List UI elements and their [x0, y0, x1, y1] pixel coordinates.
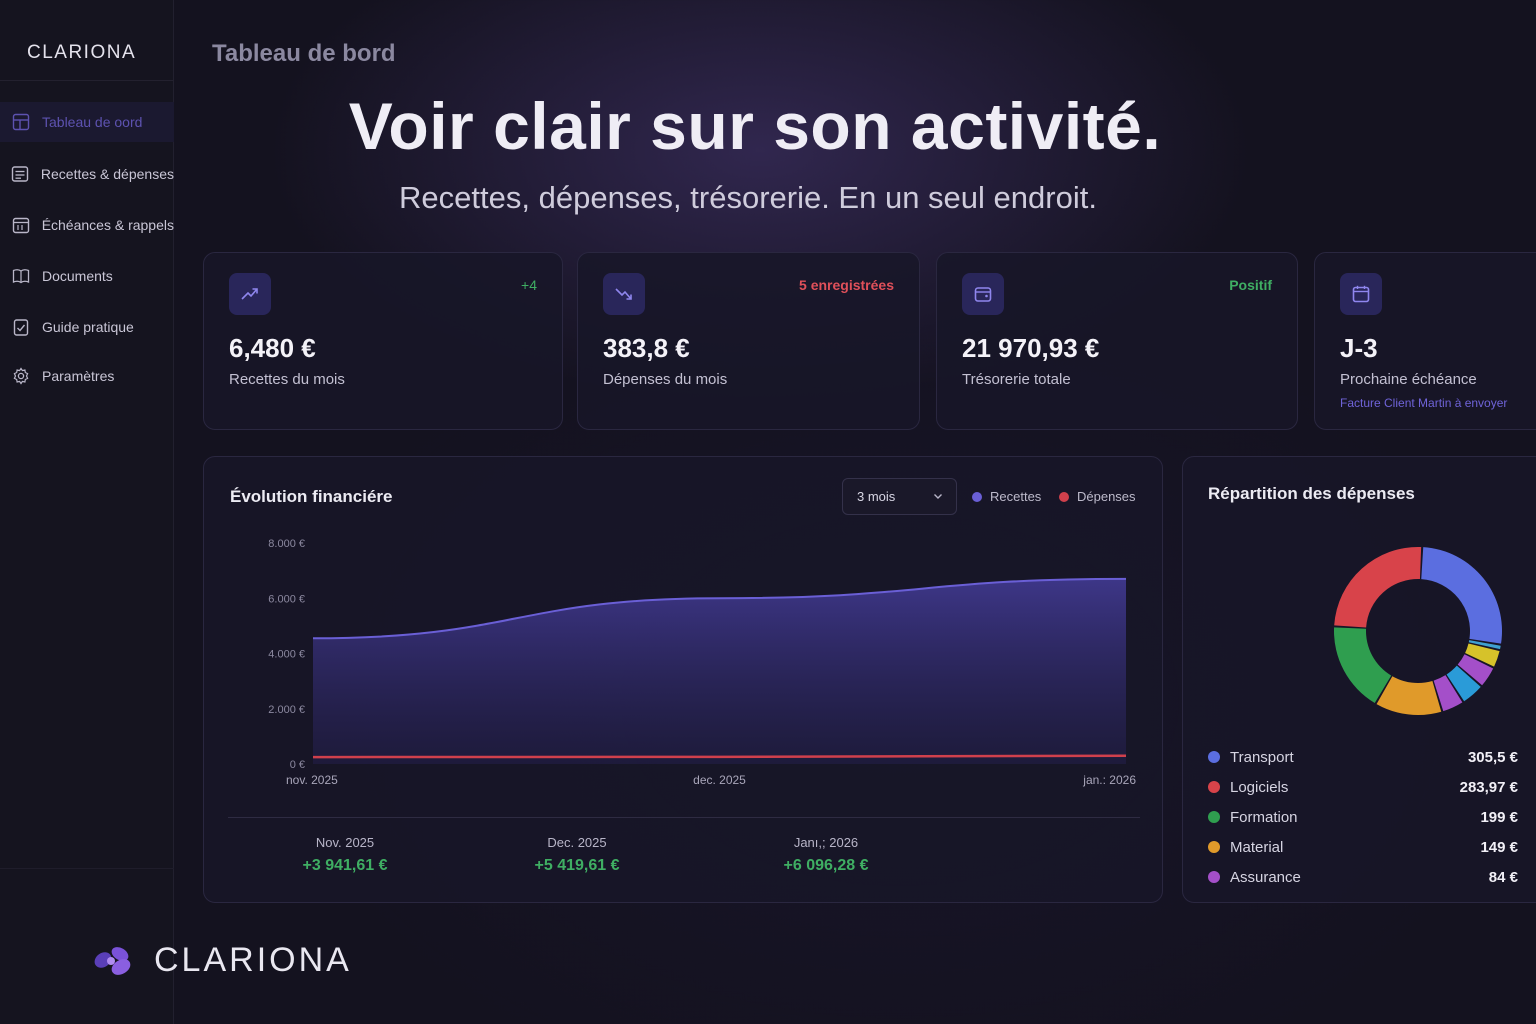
sidebar-item-label: Échéances & rappels — [41, 217, 174, 233]
stat-label: Trésorerie totale — [962, 371, 1071, 388]
summary-value: +5 419,61 € — [534, 857, 620, 874]
stat-value: J-3 — [1340, 333, 1378, 363]
y-tick-label: 2.000 € — [268, 704, 305, 716]
donut-slice — [1421, 547, 1502, 644]
sidebar-brand: CLARIONA — [27, 42, 137, 63]
stat-label: Dépenses du mois — [603, 371, 728, 388]
category-row-transport: Transport 305,5 € — [1208, 746, 1518, 768]
clariona-logo-icon — [94, 947, 131, 975]
category-dot — [1208, 811, 1220, 823]
hero-title: Voir clair sur son activité. — [348, 89, 1162, 163]
category-name: Logiciels — [1230, 778, 1289, 796]
x-tick-label: jan.: 2026 — [1082, 773, 1136, 787]
wallet-icon — [962, 273, 1004, 315]
footer-brand: CLARIONA — [90, 940, 352, 980]
sidebar-item-recettes-depenses[interactable]: Recettes & dépenses — [0, 154, 174, 194]
sidebar-item-label: Paramètres — [42, 368, 115, 384]
evolution-chart-card: Évolution financiére 3 mois Recettes Dép… — [203, 456, 1163, 903]
category-name: Transport — [1230, 748, 1294, 766]
stat-value: 6,480 € — [229, 333, 316, 363]
summary-value: +6 096,28 € — [783, 857, 869, 874]
summary-month: Nov. 2025 — [315, 835, 375, 850]
trend-up-icon — [229, 273, 271, 315]
sidebar-item-label: Recettes & dépenses — [40, 166, 174, 182]
calendar-icon — [11, 215, 31, 235]
footer-brand-name: CLARIONA — [154, 940, 352, 979]
sidebar: CLARIONA Tableau de oord Recettes & dépe… — [0, 0, 174, 1024]
y-tick-label: 8.000 € — [268, 538, 305, 550]
sidebar-item-label: Tableau de oord — [42, 114, 143, 130]
hero-subtitle: Recettes, dépenses, trésorerie. En un se… — [399, 180, 1097, 215]
divider — [228, 817, 1140, 818]
category-amount: 149 € — [1480, 838, 1518, 856]
x-tick-label: nov. 2025 — [286, 773, 338, 787]
stat-card-echeance[interactable]: J-3 Prochaine échéance Facture Client Ma… — [1314, 252, 1536, 430]
category-name: Formation — [1230, 808, 1298, 826]
category-amount: 305,5 € — [1467, 748, 1518, 766]
trend-down-icon — [603, 273, 645, 315]
repartition-card: Répartition des dépenses Transport 305,5… — [1182, 456, 1536, 903]
donut-slice — [1334, 547, 1422, 628]
category-row-formation: Formation 199 € — [1208, 806, 1518, 828]
category-name: Material — [1230, 838, 1284, 856]
dashboard-icon — [11, 112, 31, 132]
category-row-material: Material 149 € — [1208, 836, 1518, 858]
sidebar-item-echeances[interactable]: Échéances & rappels — [0, 205, 174, 245]
donut-slice — [1334, 627, 1392, 704]
stat-value: 21 970,93 € — [962, 333, 1100, 363]
summary-month: Dec. 2025 — [547, 835, 607, 850]
sidebar-item-parametres[interactable]: Paramètres — [0, 356, 174, 396]
stat-note-link[interactable]: Facture Client Martin à envoyer — [1340, 396, 1507, 410]
stat-badge: +4 — [521, 277, 537, 293]
divider — [0, 80, 174, 81]
donut-title: Répartition des dépenses — [1208, 484, 1415, 503]
stat-value: 383,8 € — [603, 333, 690, 363]
checklist-icon — [11, 317, 31, 337]
stat-badge: Positif — [1229, 277, 1272, 293]
divider — [0, 868, 174, 869]
category-dot — [1208, 871, 1220, 883]
category-row-logiciels: Logiciels 283,97 € — [1208, 776, 1518, 798]
summary-month: Janı,; 2026 — [793, 835, 859, 850]
calendar-icon — [1340, 273, 1382, 315]
donut-chart — [1334, 547, 1502, 715]
y-tick-label: 4.000 € — [268, 649, 305, 661]
gear-icon — [11, 366, 31, 386]
sidebar-item-guide[interactable]: Guide pratique — [0, 307, 174, 347]
stat-badge: 5 enregistrées — [799, 277, 894, 293]
category-dot — [1208, 841, 1220, 853]
sidebar-item-dashboard[interactable]: Tableau de oord — [0, 102, 174, 142]
category-amount: 84 € — [1488, 868, 1518, 886]
sidebar-item-label: Documents — [42, 268, 113, 284]
stat-card-depenses[interactable]: 5 enregistrées 383,8 € Dépenses du mois — [577, 252, 920, 430]
category-amount: 283,97 € — [1459, 778, 1518, 796]
category-amount: 199 € — [1480, 808, 1518, 826]
y-tick-label: 6.000 € — [268, 593, 305, 605]
page-title: Tableau de bord — [212, 40, 396, 67]
series-area-recettes — [313, 578, 1126, 764]
stat-label: Prochaine échéance — [1340, 371, 1477, 388]
category-name: Assurance — [1230, 868, 1301, 886]
series-line-depenses — [312, 754, 1127, 759]
category-dot — [1208, 751, 1220, 763]
stat-card-tresorerie[interactable]: Positif 21 970,93 € Trésorerie totale — [936, 252, 1298, 430]
category-dot — [1208, 781, 1220, 793]
stat-label: Recettes du mois — [229, 371, 345, 388]
book-icon — [11, 266, 31, 286]
ledger-icon — [11, 164, 30, 184]
x-tick-label: dec. 2025 — [693, 773, 746, 787]
sidebar-item-documents[interactable]: Documents — [0, 256, 174, 296]
stat-card-recettes[interactable]: +4 6,480 € Recettes du mois — [203, 252, 563, 430]
evolution-chart: 0 € 2.000 € 4.000 € 6.000 € 8.000 € nov. 2025… — [268, 538, 1136, 787]
category-row-assurance: Assurance 84 € — [1208, 866, 1518, 888]
sidebar-item-label: Guide pratique — [42, 319, 134, 335]
summary-value: +3 941,61 € — [302, 857, 388, 874]
y-tick-label: 0 € — [290, 759, 305, 771]
